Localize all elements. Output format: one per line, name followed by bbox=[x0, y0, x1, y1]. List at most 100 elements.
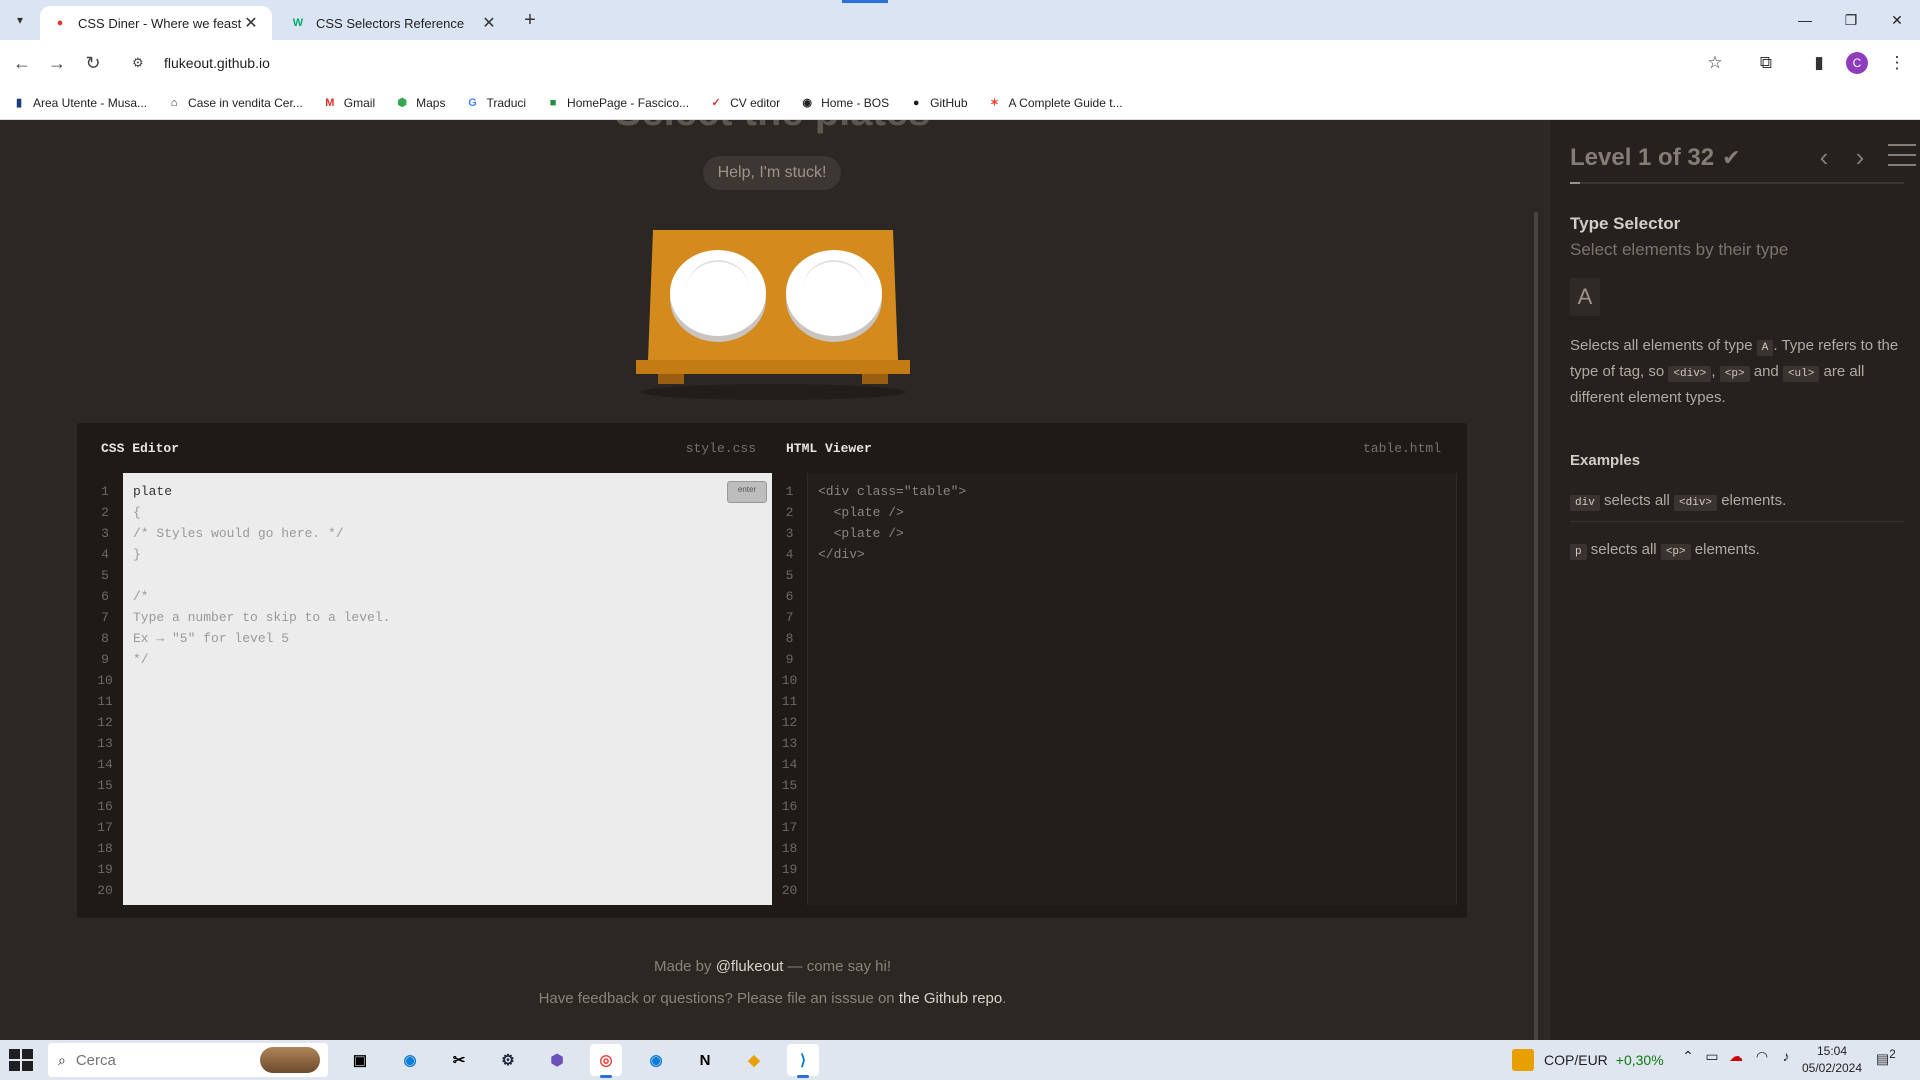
vscode-icon[interactable]: ⟩ bbox=[787, 1044, 819, 1078]
line-number: 1 bbox=[101, 484, 109, 499]
css-code-area[interactable]: 1 2 3 4 5 6 7 8 9 10 11 12 13 14 15 16 17 18 19 20 plate{/*… bbox=[87, 473, 772, 905]
notion-icon[interactable]: N bbox=[689, 1044, 721, 1076]
close-tab-icon[interactable]: ✕ bbox=[242, 14, 260, 32]
line-number: 9 bbox=[101, 652, 109, 667]
chevron-up-icon[interactable]: ⌃ bbox=[1678, 1048, 1698, 1065]
back-icon[interactable]: ← bbox=[9, 50, 35, 76]
line-number: 7 bbox=[785, 610, 794, 625]
html-code-lines[interactable]: <div class="table"> <plate /> <plate /> <… bbox=[818, 481, 966, 901]
steam-icon[interactable]: ⚙ bbox=[492, 1044, 524, 1076]
plate[interactable] bbox=[786, 250, 882, 336]
bookmark-star-icon[interactable]: ☆ bbox=[1702, 50, 1728, 76]
address-bar[interactable]: ⚙ bbox=[122, 46, 1722, 80]
reload-icon[interactable]: ↻ bbox=[80, 50, 106, 76]
table-edge bbox=[636, 360, 910, 374]
line-number: 16 bbox=[781, 799, 798, 814]
side-panel-icon[interactable]: ▮ bbox=[1806, 50, 1832, 76]
page-scrollbar[interactable] bbox=[1534, 212, 1538, 1040]
code-line: } bbox=[133, 547, 141, 562]
code-token: <ul> bbox=[1782, 366, 1820, 382]
extensions-icon[interactable]: ⧉ bbox=[1753, 50, 1779, 76]
close-tab-icon[interactable]: ✕ bbox=[480, 14, 498, 32]
code-line: Type a number to skip to a level. bbox=[133, 610, 391, 625]
profile-avatar[interactable]: C bbox=[1846, 52, 1868, 74]
html-viewer-pane: HTML Viewer table.html 1 2 3 4 5 6 7 8 9 10 11 12 13… bbox=[772, 423, 1457, 918]
edge-icon[interactable]: ◉ bbox=[394, 1044, 426, 1076]
line-number: 20 bbox=[97, 883, 113, 898]
flukeout-link[interactable]: @flukeout bbox=[716, 958, 784, 975]
bookmark-item[interactable]: ⌂ Case in vendita Cer... bbox=[167, 96, 303, 110]
desc-text: , bbox=[1711, 363, 1720, 380]
html-viewer-title: HTML Viewer bbox=[786, 440, 872, 456]
code-token: <div> bbox=[1674, 495, 1718, 511]
close-window-icon[interactable]: ✕ bbox=[1874, 0, 1920, 40]
previous-level-icon[interactable]: ‹ bbox=[1810, 142, 1838, 173]
bookmark-item[interactable]: M Gmail bbox=[323, 96, 375, 110]
bookmark-item[interactable]: ● GitHub bbox=[909, 96, 968, 110]
line-number: 17 bbox=[781, 820, 798, 835]
tab-css-selectors-reference[interactable]: W CSS Selectors Reference ✕ bbox=[278, 6, 510, 40]
plate[interactable] bbox=[670, 250, 766, 336]
bookmark-item[interactable]: ◉ Home - BOS bbox=[800, 96, 889, 110]
volume-icon[interactable]: ♪ bbox=[1776, 1048, 1796, 1064]
restore-icon[interactable]: ❐ bbox=[1828, 0, 1874, 40]
system-clock[interactable]: 15:04 05/02/2024 bbox=[1800, 1043, 1864, 1077]
table-shadow bbox=[640, 384, 906, 400]
bookmark-item[interactable]: ✶ A Complete Guide t... bbox=[988, 96, 1123, 110]
site-settings-icon[interactable]: ⚙ bbox=[132, 55, 152, 71]
line-number: 11 bbox=[781, 694, 798, 709]
bookmark-item[interactable]: ■ HomePage - Fascico... bbox=[546, 96, 689, 110]
app-icon[interactable]: ⬢ bbox=[541, 1044, 573, 1076]
bookmark-item[interactable]: ✓ CV editor bbox=[709, 96, 780, 110]
stock-widget[interactable]: COP/EUR +0,30% bbox=[1512, 1048, 1664, 1072]
chrome-icon[interactable]: ◎ bbox=[590, 1044, 622, 1078]
taskbar-search[interactable]: ⌕ bbox=[48, 1043, 328, 1077]
bookmark-label: CV editor bbox=[730, 95, 781, 110]
line-number: 12 bbox=[781, 715, 798, 730]
code-line: <div class="table"> bbox=[818, 484, 967, 499]
capcut-icon[interactable]: ✂ bbox=[443, 1044, 475, 1076]
search-highlight-image bbox=[260, 1047, 320, 1073]
code-line: Ex → "5" for level 5 bbox=[133, 631, 290, 646]
windows-start-icon[interactable] bbox=[8, 1048, 34, 1072]
edge-beta-icon[interactable]: ◉ bbox=[640, 1044, 672, 1076]
bookmark-item[interactable]: ▮ Area Utente - Musa... bbox=[12, 96, 147, 110]
enter-button[interactable]: enter bbox=[727, 481, 767, 503]
git-client-icon[interactable]: ◆ bbox=[738, 1044, 770, 1076]
level-progress-bar bbox=[1570, 182, 1904, 184]
clock-date: 05/02/2024 bbox=[1801, 1061, 1863, 1075]
next-level-icon[interactable]: › bbox=[1846, 142, 1874, 173]
css-code-lines[interactable]: plate {/* Styles would go here. */} /* Type… bbox=[133, 481, 390, 901]
tab-css-diner[interactable]: ● CSS Diner - Where we feast on ✕ bbox=[40, 6, 272, 40]
monitor-icon[interactable]: ▭ bbox=[1702, 1048, 1722, 1065]
new-tab-button[interactable]: + bbox=[518, 8, 542, 32]
wifi-icon[interactable]: ◠ bbox=[1752, 1048, 1772, 1065]
notification-icon[interactable]: ▤2 bbox=[1876, 1048, 1896, 1068]
menu-dots-icon[interactable]: ⋮ bbox=[1884, 50, 1910, 76]
url-input[interactable] bbox=[164, 55, 1564, 71]
line-number: 11 bbox=[97, 694, 113, 709]
onedrive-icon[interactable]: ☁ bbox=[1726, 1048, 1746, 1065]
github-repo-link[interactable]: the Github repo bbox=[899, 990, 1002, 1007]
forward-icon[interactable]: → bbox=[44, 50, 70, 76]
task-view-icon[interactable]: ▣ bbox=[344, 1044, 376, 1076]
example-text: elements. bbox=[1717, 492, 1787, 509]
tab-search-chevron-icon[interactable]: ▾ bbox=[8, 8, 32, 32]
bookmark-item[interactable]: ⬢ Maps bbox=[395, 96, 445, 110]
bookmark-item[interactable]: G Traduci bbox=[465, 96, 526, 110]
level-menu-icon[interactable] bbox=[1888, 144, 1916, 168]
taskbar-search-input[interactable] bbox=[75, 1051, 226, 1069]
line-number: 19 bbox=[97, 862, 113, 877]
minimize-icon[interactable]: — bbox=[1782, 0, 1828, 40]
help-button[interactable]: Help, I'm stuck! bbox=[703, 156, 841, 190]
